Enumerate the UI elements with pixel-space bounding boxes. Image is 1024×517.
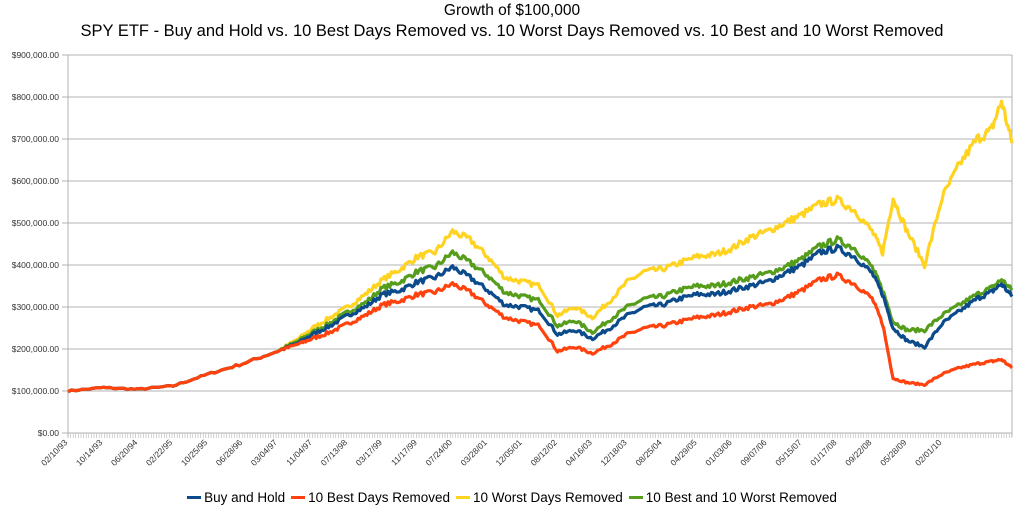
x-tick-label: 09/07/06 [738, 437, 769, 468]
x-tick-label: 07/13/98 [319, 437, 350, 468]
x-tick-label: 08/12/02 [528, 437, 559, 468]
x-tick-label: 03/04/97 [249, 437, 280, 468]
y-tick-label: $500,000.00 [12, 218, 60, 228]
x-tick-label: 01/03/06 [703, 437, 734, 468]
legend-swatch [291, 496, 306, 499]
series-line-10-worst-days-removed [67, 99, 1014, 394]
x-tick-label: 10/25/95 [179, 437, 210, 468]
x-tick-label: 09/22/08 [843, 437, 874, 468]
x-tick-label: 06/28/96 [214, 437, 245, 468]
x-tick-label: 12/18/03 [598, 437, 629, 468]
y-tick-label: $900,000.00 [12, 50, 60, 60]
legend-item: 10 Best Days Removed [291, 490, 450, 505]
y-axis: $0.00 $100,000.00 $200,000.00 $300,000.00 $4… [12, 50, 60, 438]
legend-item: 10 Best and 10 Worst Removed [628, 490, 837, 505]
y-tick-label: $300,000.00 [12, 302, 60, 312]
legend-swatch [628, 496, 643, 499]
x-tick-label: 04/29/05 [668, 437, 699, 468]
series-lines [67, 99, 1014, 394]
x-tick-label: 10/14/93 [74, 437, 105, 468]
gridlines [62, 54, 1013, 437]
x-tick-label: 07/24/00 [424, 437, 455, 468]
x-tick-label: 03/28/01 [458, 437, 489, 468]
y-tick-label: $800,000.00 [12, 92, 60, 102]
legend-item: Buy and Hold [187, 490, 285, 505]
x-tick-label: 04/16/03 [563, 437, 594, 468]
y-tick-label: $200,000.00 [12, 344, 60, 354]
x-tick-label: 02/22/95 [144, 437, 175, 468]
x-tick-label: 05/28/09 [878, 437, 909, 468]
x-tick-label: 11/17/99 [389, 437, 419, 467]
x-tick-label: 12/05/01 [493, 437, 524, 468]
x-tick-label: 08/25/04 [633, 437, 664, 468]
x-tick-label: 02/10/93 [39, 437, 70, 468]
series-line-buy-and-hold [67, 243, 1014, 394]
y-tick-label: $400,000.00 [12, 260, 60, 270]
y-tick-label: $100,000.00 [12, 386, 60, 396]
x-tick-label: 01/17/08 [808, 437, 839, 468]
x-tick-label: 02/01/10 [913, 437, 944, 468]
legend-swatch [187, 496, 202, 499]
x-tick-label: 11/04/97 [284, 437, 314, 467]
legend: Buy and Hold 10 Best Days Removed 10 Worst… [0, 490, 1024, 505]
x-axis: 02/10/93 10/14/93 06/20/94 02/22/95 10/25/95… [39, 433, 1013, 468]
legend-swatch [455, 496, 470, 499]
line-chart: $0.00 $100,000.00 $200,000.00 $300,000.00 $4… [12, 50, 1014, 468]
x-tick-label: 06/20/94 [109, 437, 140, 468]
x-tick-label: 05/15/07 [773, 437, 804, 468]
y-tick-label: $700,000.00 [12, 134, 60, 144]
legend-label: 10 Best and 10 Worst Removed [645, 490, 837, 505]
x-tick-label: 03/17/99 [354, 437, 385, 468]
legend-label: Buy and Hold [204, 490, 286, 505]
legend-item: 10 Worst Days Removed [455, 490, 623, 505]
legend-label: 10 Best Days Removed [308, 490, 450, 505]
y-tick-label: $0.00 [38, 428, 60, 438]
y-tick-label: $600,000.00 [12, 176, 60, 186]
legend-label: 10 Worst Days Removed [472, 490, 623, 505]
